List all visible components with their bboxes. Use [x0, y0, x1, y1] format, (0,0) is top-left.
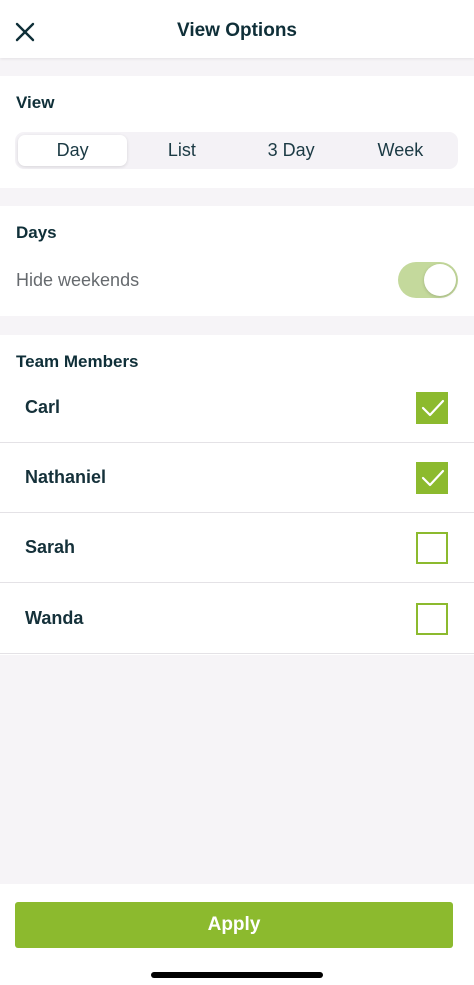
days-section: Days Hide weekends	[0, 206, 474, 316]
team-member-name: Carl	[25, 397, 61, 417]
team-member-row[interactable]: Sarah	[0, 513, 474, 583]
days-section-title: Days	[16, 223, 57, 242]
team-member-name: Nathaniel	[25, 467, 107, 487]
view-segmented-control: Day List 3 Day Week	[15, 132, 458, 169]
team-member-row[interactable]: Nathaniel	[0, 443, 474, 513]
team-member-checkbox[interactable]	[416, 532, 448, 564]
segment-3-day[interactable]: 3 Day	[237, 135, 346, 166]
checkmark-icon	[421, 399, 445, 417]
view-section: View Day List 3 Day Week	[0, 76, 474, 188]
team-member-name: Wanda	[25, 608, 84, 628]
view-section-title: View	[16, 93, 55, 112]
page-title: View Options	[176, 20, 297, 41]
team-member-checkbox[interactable]	[416, 462, 448, 494]
footer-bar: Apply	[0, 884, 474, 985]
header-bar: View Options	[0, 0, 474, 58]
segment-week[interactable]: Week	[346, 135, 455, 166]
toggle-knob	[424, 264, 456, 296]
apply-button[interactable]: Apply	[15, 902, 453, 948]
team-member-row[interactable]: Carl	[0, 373, 474, 443]
checkmark-icon	[421, 469, 445, 487]
hide-weekends-toggle[interactable]	[398, 262, 458, 298]
team-member-name: Sarah	[25, 537, 76, 557]
team-member-checkbox[interactable]	[416, 603, 448, 635]
home-indicator	[151, 972, 323, 978]
team-member-checkbox[interactable]	[416, 392, 448, 424]
team-member-row[interactable]: Wanda	[0, 584, 474, 654]
segment-day[interactable]: Day	[18, 135, 128, 166]
team-members-section: Team Members Carl Nathaniel Sarah Wanda	[0, 335, 474, 655]
segment-list[interactable]: List	[127, 135, 236, 166]
team-members-title: Team Members	[16, 352, 139, 371]
hide-weekends-label: Hide weekends	[16, 270, 140, 290]
